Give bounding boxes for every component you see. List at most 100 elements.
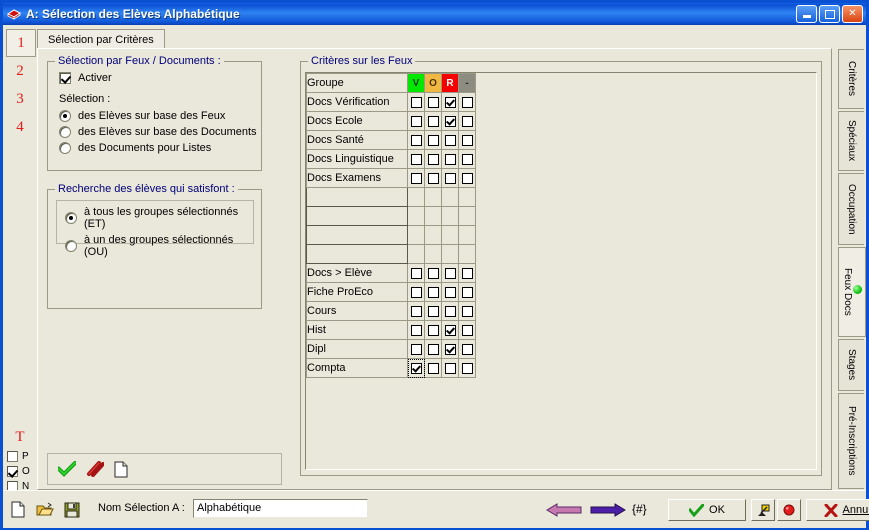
table-row-empty[interactable]	[306, 225, 476, 245]
cell-v[interactable]	[407, 168, 425, 188]
table-row[interactable]: Fiche ProEco	[306, 282, 476, 302]
row-checkbox[interactable]	[410, 343, 422, 355]
option-eleves-feux-radio[interactable]	[59, 110, 71, 122]
ok-button[interactable]: OK	[668, 499, 746, 521]
cell-dash[interactable]	[458, 111, 476, 131]
column-header-v[interactable]: V	[407, 73, 425, 93]
row-checkbox[interactable]	[427, 134, 439, 146]
cell-r[interactable]	[441, 339, 459, 359]
table-row[interactable]: Docs Ecole	[306, 111, 476, 131]
red-strike-icon[interactable]	[86, 461, 104, 477]
row-checkbox[interactable]	[427, 96, 439, 108]
row-checkbox[interactable]	[444, 343, 456, 355]
row-checkbox[interactable]	[410, 115, 422, 127]
green-check-icon[interactable]	[58, 461, 76, 477]
cell-o[interactable]	[424, 92, 442, 112]
row-checkbox[interactable]	[410, 96, 422, 108]
row-checkbox[interactable]	[410, 134, 422, 146]
open-folder-icon[interactable]	[36, 502, 54, 518]
table-row[interactable]: Hist	[306, 320, 476, 340]
criteria-grid-scroll[interactable]: Groupe V O R - Docs Vérification Docs Ec…	[305, 72, 817, 470]
arrow-left-icon[interactable]	[545, 502, 583, 518]
cell-o[interactable]	[424, 320, 442, 340]
cell-dash[interactable]	[458, 92, 476, 112]
cell-r[interactable]	[441, 111, 459, 131]
row-checkbox[interactable]	[444, 115, 456, 127]
arrow-right-icon[interactable]	[589, 502, 627, 518]
row-checkbox[interactable]	[410, 305, 422, 317]
row-checkbox[interactable]	[461, 96, 473, 108]
row-checkbox[interactable]	[410, 362, 422, 374]
table-row-empty[interactable]	[306, 206, 476, 226]
toggle-p-checkbox[interactable]	[7, 451, 18, 462]
row-checkbox[interactable]	[410, 172, 422, 184]
cell-o[interactable]	[424, 339, 442, 359]
maximize-icon[interactable]	[819, 5, 840, 23]
cancel-button[interactable]: Annuler	[806, 499, 869, 521]
cell-r[interactable]	[441, 320, 459, 340]
stamp-tool-button[interactable]	[751, 499, 775, 521]
row-checkbox[interactable]	[410, 267, 422, 279]
toggle-p[interactable]: P	[7, 451, 29, 462]
table-row[interactable]: Docs Santé	[306, 130, 476, 150]
row-checkbox[interactable]	[461, 134, 473, 146]
table-row[interactable]: Docs Vérification	[306, 92, 476, 112]
criteria-grid[interactable]: Groupe V O R - Docs Vérification Docs Ec…	[306, 73, 476, 378]
blank-page-icon[interactable]	[114, 461, 128, 478]
option-tous-groupes[interactable]: à tous les groupes sélectionnés (ET)	[65, 206, 253, 230]
step-number-4[interactable]: 4	[3, 113, 37, 141]
row-checkbox[interactable]	[444, 153, 456, 165]
step-number-2[interactable]: 2	[3, 57, 37, 85]
row-checkbox[interactable]	[444, 172, 456, 184]
row-checkbox[interactable]	[461, 362, 473, 374]
row-checkbox[interactable]	[444, 267, 456, 279]
column-header-o[interactable]: O	[424, 73, 442, 93]
cell-dash[interactable]	[458, 168, 476, 188]
cell-v[interactable]	[407, 111, 425, 131]
option-eleves-documents[interactable]: des Elèves sur base des Documents	[59, 126, 257, 138]
record-count-label[interactable]: {#}	[632, 502, 647, 516]
option-tous-groupes-radio[interactable]	[65, 212, 77, 224]
cell-o[interactable]	[424, 168, 442, 188]
cell-r[interactable]	[441, 263, 459, 283]
row-checkbox[interactable]	[444, 305, 456, 317]
row-checkbox[interactable]	[427, 343, 439, 355]
toggle-o[interactable]: O	[7, 466, 30, 477]
cell-dash[interactable]	[458, 130, 476, 150]
vtab-criteres[interactable]: Critères	[838, 49, 864, 109]
minimize-icon[interactable]	[796, 5, 817, 23]
step-number-1[interactable]: 1	[6, 29, 36, 57]
cell-o[interactable]	[424, 111, 442, 131]
row-checkbox[interactable]	[461, 267, 473, 279]
row-checkbox[interactable]	[427, 115, 439, 127]
cell-v[interactable]	[407, 320, 425, 340]
cell-o[interactable]	[424, 282, 442, 302]
cell-v[interactable]	[407, 263, 425, 283]
row-checkbox[interactable]	[461, 305, 473, 317]
row-checkbox[interactable]	[444, 96, 456, 108]
cell-v[interactable]	[407, 149, 425, 169]
row-checkbox[interactable]	[461, 172, 473, 184]
cell-v[interactable]	[407, 282, 425, 302]
cell-dash[interactable]	[458, 358, 476, 378]
row-checkbox[interactable]	[461, 324, 473, 336]
option-eleves-documents-radio[interactable]	[59, 126, 71, 138]
cell-r[interactable]	[441, 149, 459, 169]
nom-selection-input[interactable]: Alphabétique	[193, 499, 368, 518]
cell-o[interactable]	[424, 130, 442, 150]
new-document-icon[interactable]	[11, 501, 25, 518]
vtab-pre-inscriptions[interactable]: Pré-Inscriptions	[838, 393, 864, 489]
tab-selection-par-criteres[interactable]: Sélection par Critères	[37, 29, 165, 49]
option-eleves-feux[interactable]: des Elèves sur base des Feux	[59, 110, 257, 122]
table-row[interactable]: Docs Examens	[306, 168, 476, 188]
row-checkbox[interactable]	[427, 267, 439, 279]
table-row[interactable]: Cours	[306, 301, 476, 321]
table-row[interactable]: Docs > Elève	[306, 263, 476, 283]
table-row[interactable]: Dipl	[306, 339, 476, 359]
cell-r[interactable]	[441, 301, 459, 321]
option-documents-listes-radio[interactable]	[59, 142, 71, 154]
cell-v[interactable]	[407, 358, 425, 378]
cell-v[interactable]	[407, 92, 425, 112]
row-checkbox[interactable]	[444, 324, 456, 336]
cell-v[interactable]	[407, 339, 425, 359]
